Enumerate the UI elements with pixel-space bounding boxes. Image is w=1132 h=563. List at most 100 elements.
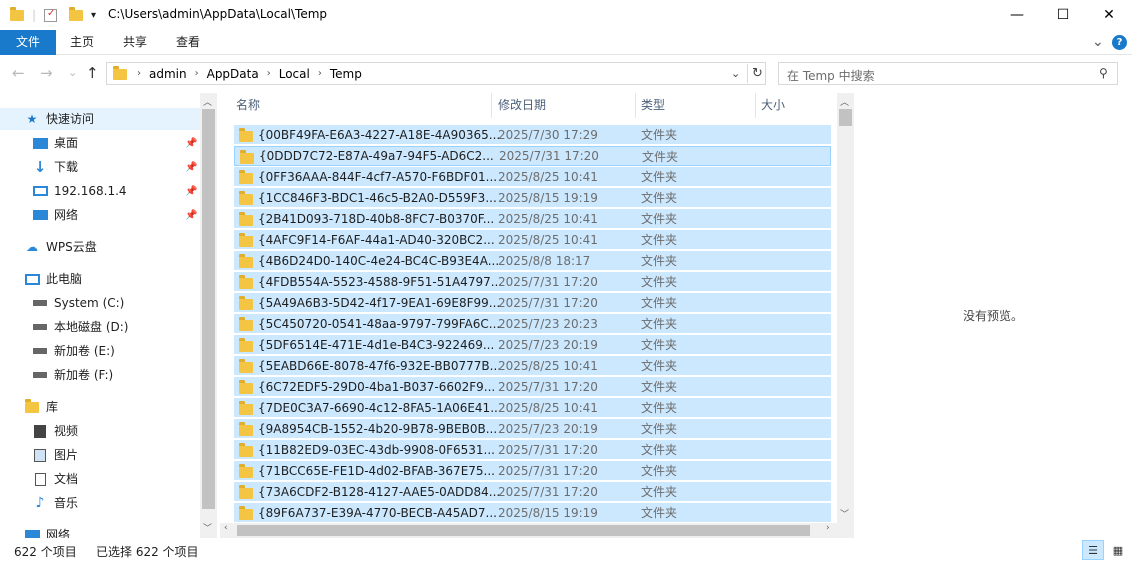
pin-icon[interactable]: 📌 — [185, 186, 197, 197]
sidebar-item-pictures[interactable]: 图片 — [32, 444, 78, 466]
scrollbar-thumb[interactable] — [839, 109, 852, 126]
sidebar-item-label: 新加卷 (F:) — [54, 368, 114, 382]
sidebar-item-videos[interactable]: 视频 — [32, 420, 78, 442]
file-type: 文件夹 — [641, 485, 678, 499]
sidebar-item-library[interactable]: 库 — [24, 396, 58, 418]
address-dropdown-icon[interactable]: ⌄ — [731, 67, 740, 80]
scroll-down-icon[interactable]: ﹀ — [840, 507, 849, 520]
column-divider[interactable] — [635, 93, 636, 118]
minimize-button[interactable]: — — [994, 0, 1040, 30]
chevron-right-icon[interactable]: › — [318, 68, 322, 79]
scrollbar-thumb[interactable] — [237, 525, 810, 536]
scroll-down-icon[interactable]: ﹀ — [203, 521, 212, 534]
pin-icon[interactable]: 📌 — [185, 210, 197, 221]
file-row[interactable]: {11B82ED9-03EC-43db-9908-0F6531... 2025/7… — [234, 440, 831, 460]
file-name: {9A8954CB-1552-4b20-9B78-9BEB0B... — [258, 421, 498, 436]
sidebar-item-documents[interactable]: 文档 — [32, 468, 78, 490]
scroll-up-icon[interactable]: ︿ — [203, 95, 212, 108]
breadcrumb-admin[interactable]: admin — [149, 67, 187, 81]
breadcrumb-appdata[interactable]: AppData — [207, 67, 259, 81]
sidebar-item-wps-cloud[interactable]: ☁ WPS云盘 — [24, 236, 97, 258]
tab-share[interactable]: 共享 — [113, 30, 157, 55]
customize-toolbar-icon[interactable]: ▾ — [91, 10, 96, 21]
large-icons-view-icon[interactable]: ▦ — [1108, 540, 1128, 560]
column-divider[interactable] — [491, 93, 492, 118]
sidebar-item-music[interactable]: ♪ 音乐 — [32, 492, 78, 514]
column-header-name[interactable]: 名称 — [236, 93, 260, 118]
tab-home[interactable]: 主页 — [60, 30, 104, 55]
list-scrollbar[interactable]: ︿ ﹀ — [837, 93, 854, 523]
tab-file[interactable]: 文件 — [0, 30, 56, 55]
list-horizontal-scrollbar[interactable]: ‹ › — [220, 523, 837, 538]
sidebar-item-drive-f[interactable]: 新加卷 (F:) — [32, 364, 113, 386]
scroll-left-icon[interactable]: ‹ — [224, 523, 228, 533]
sidebar-item-network-root[interactable]: 网络 — [24, 524, 70, 538]
sidebar-item-drive-e[interactable]: 新加卷 (E:) — [32, 340, 115, 362]
sidebar-scrollbar[interactable]: ︿ ﹀ — [200, 93, 217, 538]
pin-icon[interactable]: 📌 — [185, 162, 197, 173]
file-row[interactable]: {00BF49FA-E6A3-4227-A18E-4A90365... 2025/… — [234, 125, 831, 145]
scroll-right-icon[interactable]: › — [826, 523, 830, 533]
sidebar-item-desktop[interactable]: 桌面 — [32, 132, 78, 154]
close-button[interactable]: ✕ — [1086, 0, 1132, 30]
column-header-type[interactable]: 类型 — [641, 93, 665, 118]
file-row[interactable]: {2B41D093-718D-40b8-8FC7-B0370F... 2025/8… — [234, 209, 831, 229]
sidebar-item-network[interactable]: 网络 — [32, 204, 78, 226]
address-bar[interactable]: › admin › AppData › Local › Temp ⌄ ↻ — [106, 62, 766, 85]
help-icon[interactable]: ? — [1112, 35, 1127, 50]
sidebar-item-this-pc[interactable]: 此电脑 — [24, 268, 82, 290]
column-header-date[interactable]: 修改日期 — [498, 93, 546, 118]
folder-icon — [239, 464, 253, 478]
sidebar-item-drive-d[interactable]: 本地磁盘 (D:) — [32, 316, 128, 338]
file-row[interactable]: {0FF36AAA-844F-4cf7-A570-F6BDF01... 2025/… — [234, 167, 831, 187]
refresh-icon[interactable]: ↻ — [752, 66, 763, 81]
file-date: 2025/8/25 10:41 — [498, 400, 598, 415]
new-folder-icon[interactable] — [69, 6, 84, 21]
file-name: {5DF6514E-471E-4d1e-B4C3-922469... — [258, 337, 495, 352]
file-row[interactable]: {71BCC65E-FE1D-4d02-BFAB-367E75... 2025/7… — [234, 461, 831, 481]
file-row[interactable]: {5EABD66E-8078-47f6-932E-BB0777B... 2025/… — [234, 356, 831, 376]
file-row[interactable]: {73A6CDF2-B128-4127-AAE5-0ADD84... 2025/7… — [234, 482, 831, 502]
sidebar-item-drive-c[interactable]: System (C:) — [32, 292, 124, 314]
recent-locations-icon[interactable]: ⌄ — [68, 66, 77, 79]
file-date: 2025/7/31 17:20 — [498, 484, 598, 499]
details-view-icon[interactable]: ☰ — [1082, 540, 1104, 560]
file-row[interactable]: {7DE0C3A7-6690-4c12-8FA5-1A06E41... 2025/… — [234, 398, 831, 418]
file-row[interactable]: {0DDD7C72-E87A-49a7-94F5-AD6C2... 2025/7/… — [234, 146, 831, 166]
file-row[interactable]: {5C450720-0541-48aa-9797-799FA6C... 2025/… — [234, 314, 831, 334]
scroll-up-icon[interactable]: ︿ — [840, 95, 849, 108]
maximize-button[interactable]: ☐ — [1040, 0, 1086, 30]
file-type: 文件夹 — [641, 338, 678, 352]
sidebar-item-192-168-1-4[interactable]: 192.168.1.4 — [32, 180, 127, 202]
forward-arrow-icon[interactable]: → — [40, 64, 53, 82]
file-row[interactable]: {9A8954CB-1552-4b20-9B78-9BEB0B... 2025/7… — [234, 419, 831, 439]
sidebar-item-download[interactable]: ↓ 下载 — [32, 156, 78, 178]
up-arrow-icon[interactable]: ↑ — [86, 64, 99, 82]
ribbon-expand-icon[interactable]: ⌄ — [1092, 34, 1104, 50]
sidebar-item-quick-access[interactable]: ★ 快速访问 — [0, 108, 200, 130]
breadcrumb-temp[interactable]: Temp — [330, 67, 362, 81]
chevron-right-icon[interactable]: › — [195, 68, 199, 79]
back-arrow-icon[interactable]: ← — [12, 64, 25, 82]
file-row[interactable]: {4FDB554A-5523-4588-9F51-51A4797... 2025/… — [234, 272, 831, 292]
chevron-right-icon[interactable]: › — [137, 68, 141, 79]
chevron-right-icon[interactable]: › — [267, 68, 271, 79]
properties-icon[interactable]: ✓ — [44, 8, 58, 22]
file-row[interactable]: {5A49A6B3-5D42-4f17-9EA1-69E8F99... 2025/… — [234, 293, 831, 313]
search-icon[interactable]: ⚲ — [1099, 66, 1108, 80]
file-row[interactable]: {6C72EDF5-29D0-4ba1-B037-6602F9... 2025/7… — [234, 377, 831, 397]
breadcrumb-local[interactable]: Local — [279, 67, 310, 81]
search-input[interactable]: 在 Temp 中搜索 ⚲ — [778, 62, 1118, 85]
file-row[interactable]: {4B6D24D0-140C-4e24-BC4C-B93E4A... 2025/8… — [234, 251, 831, 271]
tab-view[interactable]: 查看 — [166, 30, 210, 55]
column-divider[interactable] — [755, 93, 756, 118]
file-row[interactable]: {5DF6514E-471E-4d1e-B4C3-922469... 2025/7… — [234, 335, 831, 355]
file-row[interactable]: {1CC846F3-BDC1-46c5-B2A0-D559F3... 2025/8… — [234, 188, 831, 208]
column-header-size[interactable]: 大小 — [761, 93, 785, 118]
file-row[interactable]: {89F6A737-E39A-4770-BECB-A45AD7... 2025/8… — [234, 503, 831, 523]
scrollbar-thumb[interactable] — [202, 109, 215, 509]
pin-icon[interactable]: 📌 — [185, 138, 197, 149]
drive-icon — [32, 344, 48, 358]
file-name: {11B82ED9-03EC-43db-9908-0F6531... — [258, 442, 495, 457]
file-row[interactable]: {4AFC9F14-F6AF-44a1-AD40-320BC2... 2025/8… — [234, 230, 831, 250]
